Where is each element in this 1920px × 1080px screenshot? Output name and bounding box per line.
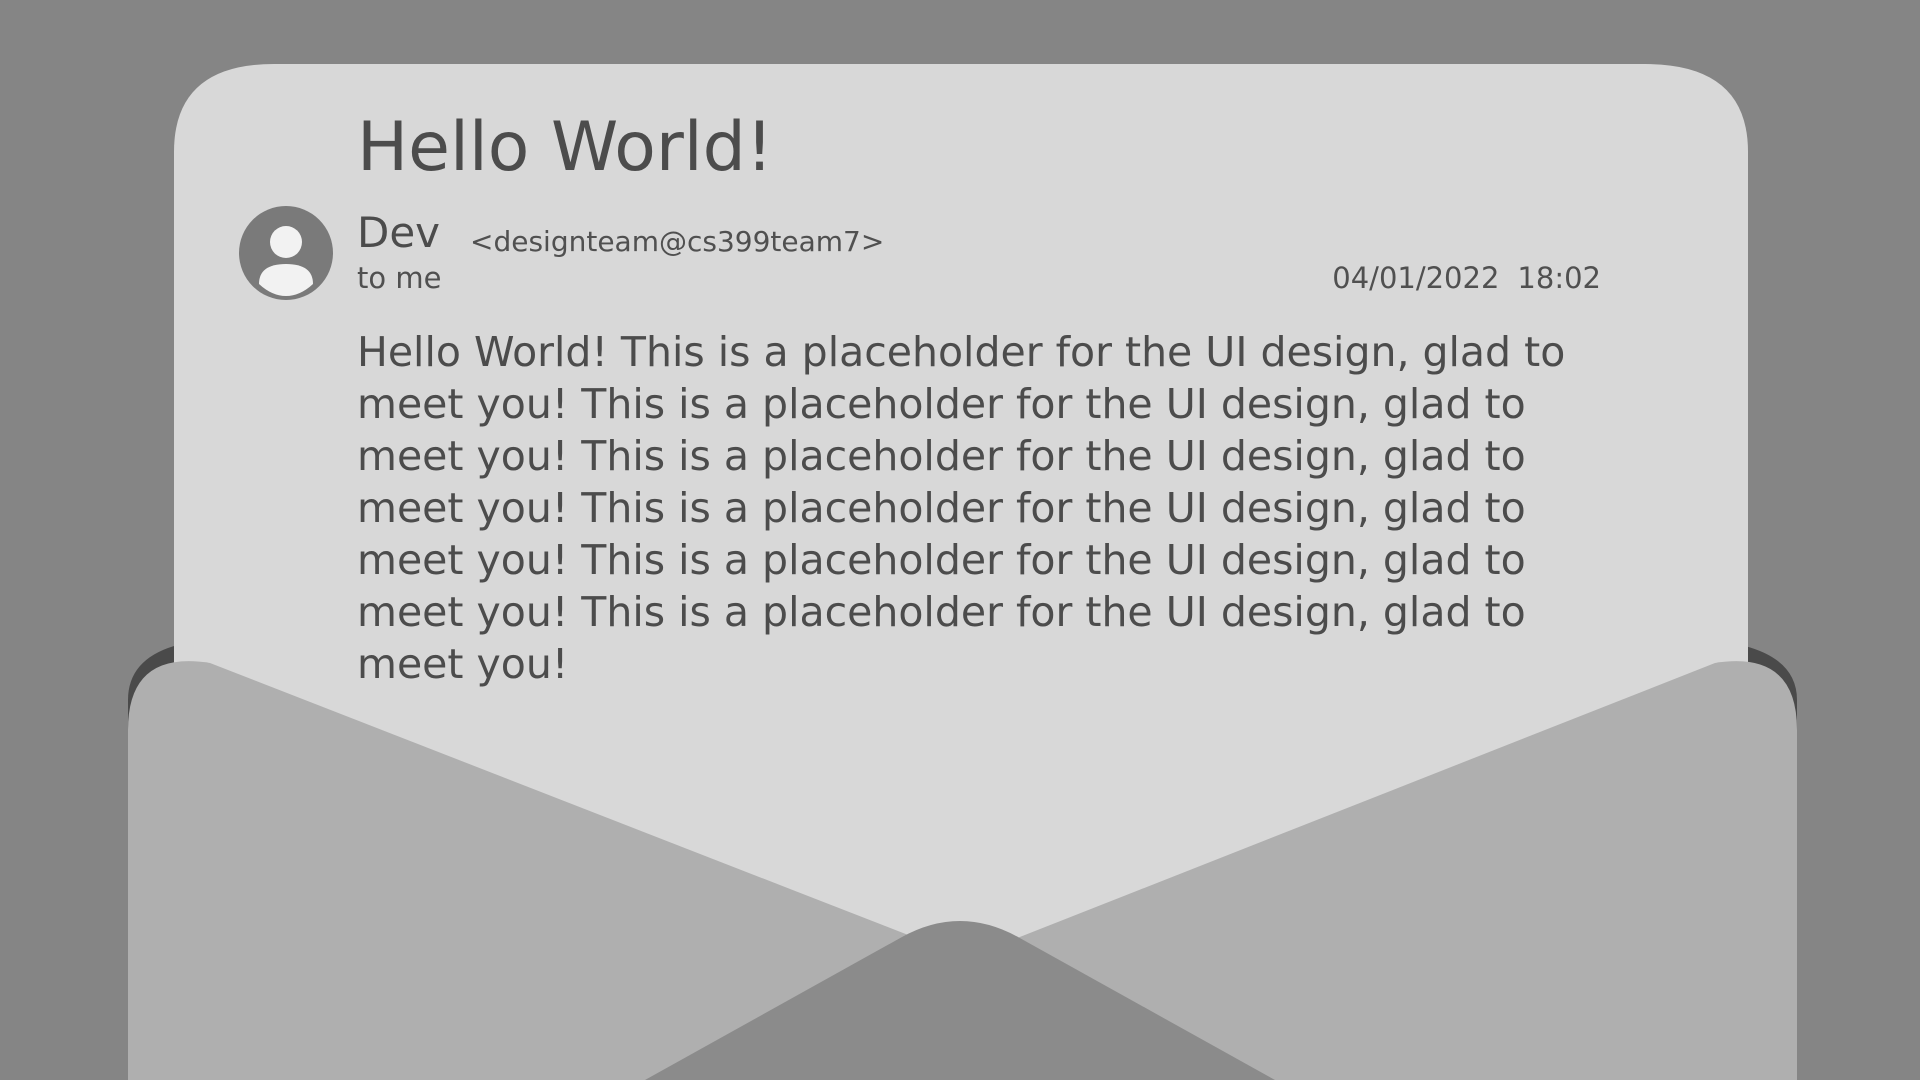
- email-subject: Hello World!: [357, 108, 774, 187]
- email-time: 18:02: [1517, 261, 1601, 295]
- email-timestamp: 04/01/2022 18:02: [1332, 260, 1601, 296]
- sender-email: <designteam@cs399team7>: [470, 225, 885, 258]
- email-date: 04/01/2022: [1332, 261, 1500, 295]
- user-avatar-icon: [239, 206, 333, 300]
- recipient-label: to me: [357, 261, 442, 295]
- sender-name: Dev: [357, 208, 441, 257]
- email-body: Hello World! This is a placeholder for t…: [357, 328, 1566, 688]
- email-viewer: Hello World! Dev <designteam@cs399team7>…: [0, 0, 1920, 1080]
- email-message: Hello World! Dev <designteam@cs399team7>…: [0, 0, 1920, 1080]
